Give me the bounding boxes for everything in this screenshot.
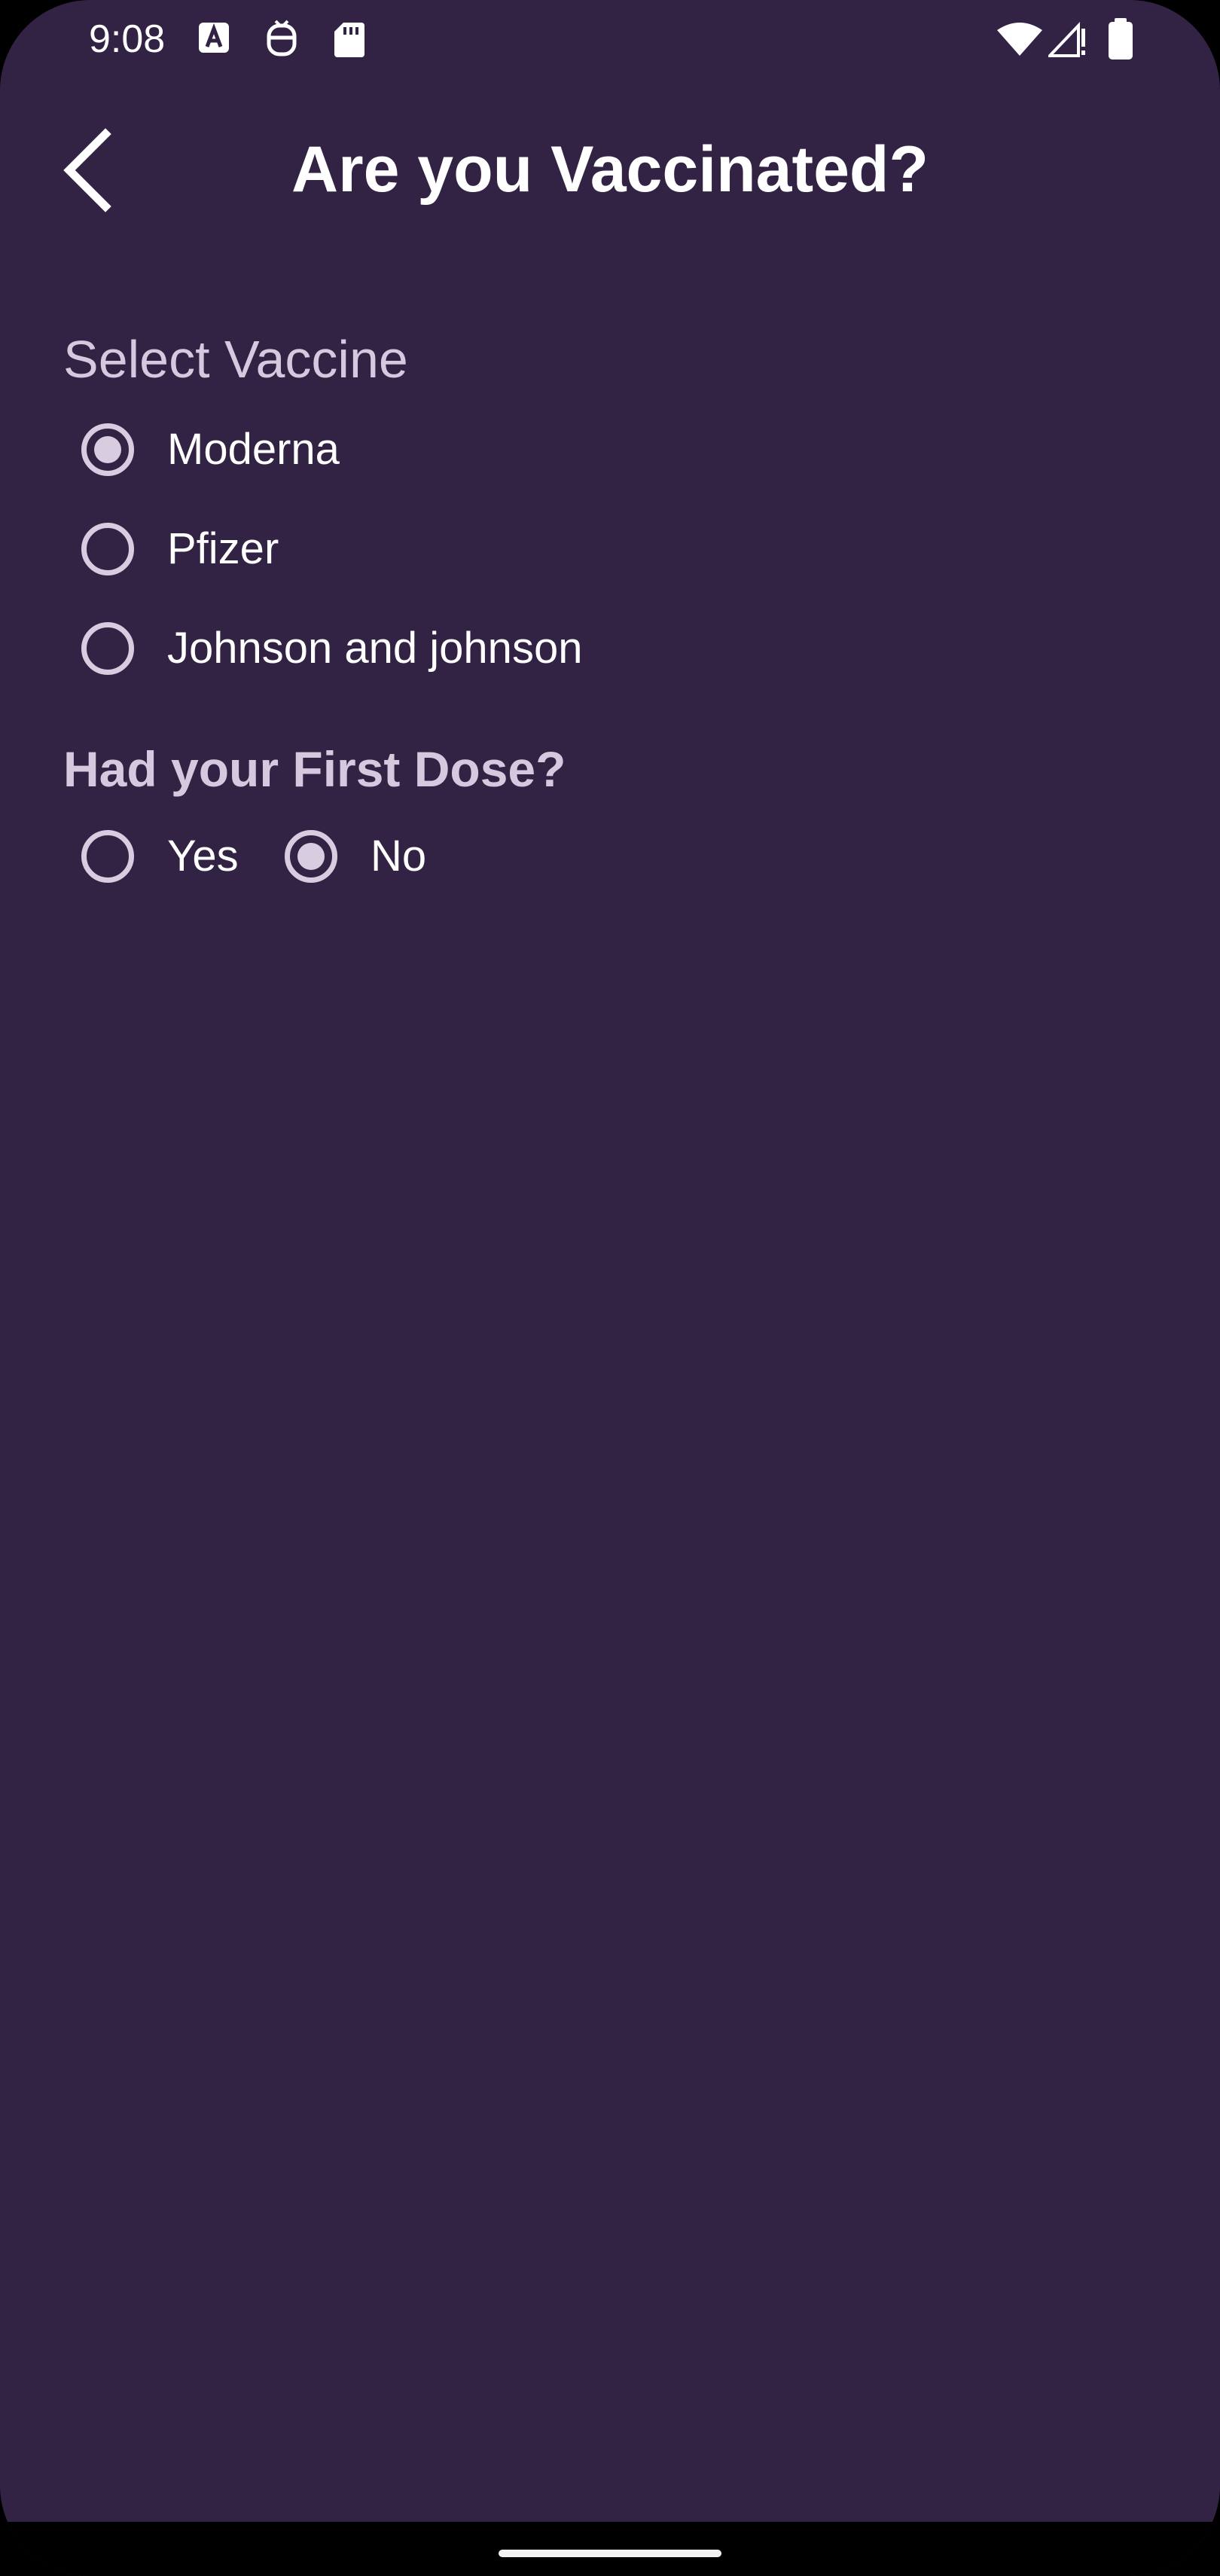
wifi-icon [996, 21, 1044, 61]
radio-option-yes[interactable]: Yes [81, 830, 239, 883]
radio-option-label: Yes [167, 832, 239, 881]
home-indicator[interactable] [499, 2550, 721, 2557]
navigation-bar [0, 2522, 1220, 2576]
radio-option-pfizer[interactable]: Pfizer [81, 523, 279, 575]
radio-selected-icon [285, 830, 337, 883]
radio-unselected-icon [81, 830, 134, 883]
status-time: 9:08 [89, 17, 166, 61]
radio-option-moderna[interactable]: Moderna [81, 423, 340, 476]
radio-unselected-icon [81, 622, 134, 675]
first-dose-label: Had your First Dose? [63, 741, 566, 797]
radio-option-label: Johnson and johnson [167, 624, 583, 673]
radio-option-johnson-and-johnson[interactable]: Johnson and johnson [81, 622, 582, 675]
select-vaccine-label: Select Vaccine [63, 330, 408, 389]
radio-option-label: No [371, 832, 427, 881]
radio-selected-icon [81, 423, 134, 476]
radio-unselected-icon [81, 523, 134, 575]
radio-option-label: Moderna [167, 425, 340, 474]
app-screen: 9:08 Are you Vaccinated? Select Vaccine … [0, 0, 1220, 2576]
radio-option-no[interactable]: No [285, 830, 426, 883]
battery-icon [1107, 18, 1134, 64]
radio-option-label: Pfizer [167, 524, 279, 573]
sd-card-icon [333, 20, 366, 63]
page-title: Are you Vaccinated? [291, 133, 929, 206]
status-bar: 9:08 [0, 0, 1220, 83]
signal-alert-icon [1046, 21, 1087, 61]
font-a-icon [197, 20, 230, 60]
notification-face-icon [265, 20, 298, 63]
